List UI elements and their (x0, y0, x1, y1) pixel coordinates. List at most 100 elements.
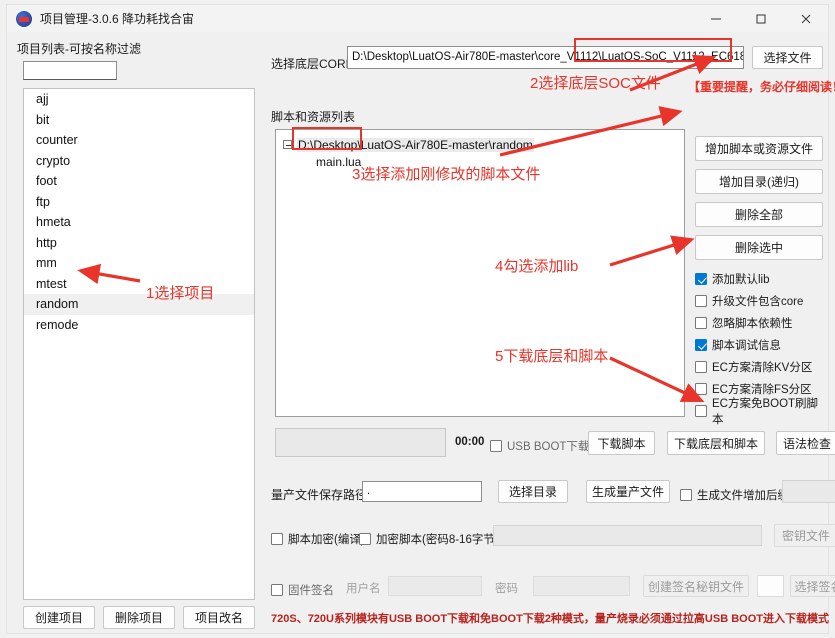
signature-password-label: 密码 (495, 583, 518, 595)
checkbox-icon[interactable] (695, 405, 707, 417)
checkbox-icon[interactable] (271, 533, 283, 545)
syntax-check-button[interactable]: 语法检查 (776, 431, 835, 455)
list-item[interactable]: ftp (24, 192, 254, 213)
checkbox-row-add-default-lib[interactable]: 添加默认lib (695, 268, 827, 290)
application-window: 项目管理-3.0.6 降功耗找合宙 项目列表-可按名称过滤 ajj bit co… (0, 0, 835, 638)
rename-project-button[interactable]: 项目改名 (183, 606, 255, 629)
list-item[interactable]: crypto (24, 151, 254, 172)
checkbox-icon[interactable] (695, 361, 707, 373)
checkbox-icon[interactable] (490, 440, 502, 452)
checkbox-row-usb-boot-download[interactable]: USB BOOT下载 (490, 435, 589, 457)
signature-username-input[interactable] (388, 576, 482, 596)
download-script-button[interactable]: 下载脚本 (588, 431, 655, 455)
project-panel: 项目列表-可按名称过滤 ajj bit counter crypto foot … (15, 34, 263, 629)
client-area: 项目列表-可按名称过滤 ajj bit counter crypto foot … (6, 32, 835, 634)
delete-selected-button[interactable]: 删除选中 (695, 235, 823, 260)
list-item[interactable]: mtest (24, 274, 254, 295)
delete-project-button[interactable]: 删除项目 (103, 606, 175, 629)
checkbox-icon[interactable] (695, 317, 707, 329)
checkbox-row-script-compile-encrypt[interactable]: 脚本加密(编译) (271, 528, 365, 550)
suffix-input[interactable] (782, 480, 835, 503)
script-options-checkboxes: 添加默认lib 升级文件包含core 忽略脚本依赖性 脚本调试信息 EC方案清除… (695, 268, 827, 426)
tree-item-main-lua[interactable]: main.lua (316, 155, 361, 169)
window-title: 项目管理-3.0.6 降功耗找合宙 (40, 12, 195, 26)
checkbox-label: 添加默认lib (712, 274, 770, 286)
key-file-button[interactable]: 密钥文件 (774, 524, 835, 547)
checkbox-row-ignore-script-dependency[interactable]: 忽略脚本依赖性 (695, 312, 827, 334)
checkbox-label: 生成文件增加后缀 (697, 490, 789, 502)
checkbox-label: 忽略脚本依赖性 (712, 318, 793, 330)
checkbox-icon[interactable] (695, 295, 707, 307)
progress-bar (275, 428, 446, 457)
core-label: 选择底层CORE (271, 57, 354, 71)
checkbox-row-script-debug-info[interactable]: 脚本调试信息 (695, 334, 827, 356)
choose-directory-button[interactable]: 选择目录 (498, 480, 568, 503)
scripts-list-label: 脚本和资源列表 (271, 110, 356, 124)
app-logo-icon (16, 10, 32, 27)
download-timer: 00:00 (455, 436, 485, 448)
project-filter-input[interactable] (23, 61, 117, 80)
list-item[interactable]: remode (24, 315, 254, 336)
list-item[interactable]: hmeta (24, 212, 254, 233)
title-bar: 项目管理-3.0.6 降功耗找合宙 (6, 4, 829, 32)
checkbox-row-firmware-signature[interactable]: 固件签名 (271, 579, 334, 601)
checkbox-icon[interactable] (271, 584, 283, 596)
checkbox-icon[interactable] (359, 533, 371, 545)
list-item[interactable]: mm (24, 253, 254, 274)
list-item[interactable]: http (24, 233, 254, 254)
script-resource-tree[interactable]: D:\Desktop\LuatOS-Air780E-master\random … (275, 129, 685, 417)
select-signature-key-button[interactable]: 选择签名秘钥文件 (790, 575, 835, 597)
mass-production-path-input[interactable]: . (362, 481, 482, 502)
choose-core-file-button[interactable]: 选择文件 (752, 46, 823, 69)
encryption-password-input[interactable] (493, 525, 762, 546)
checkbox-icon[interactable] (680, 489, 692, 501)
checkbox-label: EC方案免BOOT刷脚本 (712, 398, 819, 426)
signature-username-label: 用户名 (346, 583, 381, 595)
project-list[interactable]: ajj bit counter crypto foot ftp hmeta ht… (23, 88, 255, 600)
list-item[interactable]: ajj (24, 89, 254, 110)
title-bar-left: 项目管理-3.0.6 降功耗找合宙 (7, 10, 194, 27)
checkbox-label: EC方案清除KV分区 (712, 362, 813, 374)
list-item[interactable]: bit (24, 110, 254, 131)
list-item[interactable]: counter (24, 130, 254, 151)
close-icon[interactable] (783, 5, 828, 32)
checkbox-label: USB BOOT下载 (507, 441, 590, 453)
project-action-buttons: 创建项目 删除项目 项目改名 (23, 606, 255, 629)
annotation-box-soc-file (574, 38, 732, 62)
add-script-or-resource-button[interactable]: 增加脚本或资源文件 (695, 136, 823, 161)
checkbox-label: 固件签名 (288, 585, 334, 597)
minimize-icon[interactable] (693, 5, 738, 32)
list-item[interactable]: foot (24, 171, 254, 192)
download-core-and-script-button[interactable]: 下载底层和脚本 (667, 431, 765, 455)
checkbox-label: 升级文件包含core (712, 296, 804, 308)
checkbox-label: 脚本加密(编译) (288, 534, 365, 546)
script-action-buttons: 增加脚本或资源文件 增加目录(递归) 删除全部 删除选中 (695, 136, 823, 268)
list-item-selected[interactable]: random (24, 294, 254, 315)
checkbox-label: 脚本调试信息 (712, 340, 781, 352)
checkbox-label: 加密脚本(密码8-16字节) (376, 534, 499, 546)
window-controls (693, 5, 828, 32)
signature-key-indicator[interactable] (757, 575, 784, 597)
footer-warning-note: 720S、720U系列模块有USB BOOT下载和免BOOT下载2种模式，量产烧… (271, 613, 829, 625)
add-directory-button[interactable]: 增加目录(递归) (695, 169, 823, 194)
project-list-title: 项目列表-可按名称过滤 (17, 42, 141, 56)
checkbox-row-add-suffix[interactable]: 生成文件增加后缀 (680, 484, 789, 506)
checkbox-row-ec-clear-kv[interactable]: EC方案清除KV分区 (695, 356, 827, 378)
checkbox-icon-checked[interactable] (695, 339, 707, 351)
create-signature-key-button[interactable]: 创建签名秘钥文件 (643, 575, 749, 597)
checkbox-icon[interactable] (695, 383, 707, 395)
annotation-box-main-lua (292, 127, 362, 150)
collapse-toggle-icon[interactable] (283, 140, 292, 149)
mass-production-path-label: 量产文件保存路径 (271, 488, 368, 502)
main-panel: 选择底层CORE D:\Desktop\LuatOS-Air780E-maste… (271, 32, 835, 632)
create-project-button[interactable]: 创建项目 (23, 606, 95, 629)
generate-mass-production-file-button[interactable]: 生成量产文件 (586, 480, 670, 503)
signature-password-input[interactable] (533, 576, 630, 596)
important-notice-text: 【重要提醒，务必仔细阅读！】 (688, 80, 835, 94)
delete-all-button[interactable]: 删除全部 (695, 202, 823, 227)
checkbox-row-upgrade-includes-core[interactable]: 升级文件包含core (695, 290, 827, 312)
maximize-icon[interactable] (738, 5, 783, 32)
checkbox-row-script-password-encrypt[interactable]: 加密脚本(密码8-16字节) (359, 528, 499, 550)
checkbox-icon-checked[interactable] (695, 273, 707, 285)
checkbox-row-ec-bootless-flash[interactable]: EC方案免BOOT刷脚本 (695, 398, 827, 426)
